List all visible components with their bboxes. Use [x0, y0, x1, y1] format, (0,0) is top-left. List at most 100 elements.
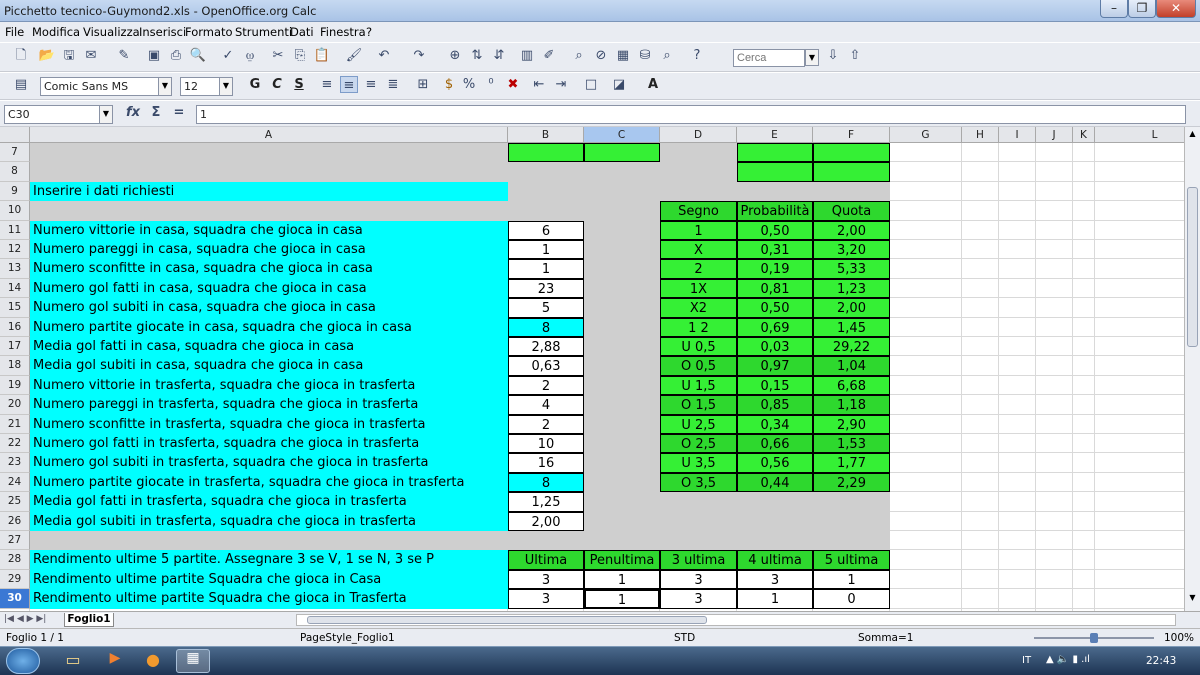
rendimento-casa-cell[interactable]: 3: [660, 569, 737, 590]
rendimento-trasferta-cell[interactable]: 3: [660, 589, 737, 609]
odds-cell[interactable]: 2,29: [813, 472, 890, 493]
green-cell-c7[interactable]: [584, 143, 660, 163]
rendimento-trasferta-cell[interactable]: 3: [508, 589, 584, 609]
input-value[interactable]: 2: [508, 414, 584, 434]
row-header-27[interactable]: 27: [0, 531, 30, 551]
gallery-icon[interactable]: ▦: [614, 47, 632, 64]
column-header-g[interactable]: G: [890, 127, 962, 143]
row-header-22[interactable]: 22: [0, 434, 30, 454]
odds-cell[interactable]: 0,66: [737, 434, 813, 454]
input-value[interactable]: 6: [508, 220, 584, 240]
row-header-24[interactable]: 24: [0, 472, 30, 493]
rendimento-header[interactable]: Ultima: [508, 550, 584, 570]
row-header-21[interactable]: 21: [0, 414, 30, 434]
odds-cell[interactable]: 2,00: [813, 220, 890, 240]
formula-input[interactable]: 1: [196, 105, 1186, 124]
name-box[interactable]: C30: [4, 105, 100, 124]
odds-cell[interactable]: 0,50: [737, 298, 813, 318]
input-value[interactable]: 2,00: [508, 511, 584, 531]
find-icon[interactable]: ⌕: [570, 47, 588, 64]
rendimento-header[interactable]: 5 ultima: [813, 550, 890, 570]
input-label[interactable]: Numero vittorie in trasferta, squadra ch…: [30, 375, 508, 396]
menu-finestra[interactable]: Finestra: [320, 25, 366, 39]
odds-cell[interactable]: 0,81: [737, 278, 813, 299]
input-label[interactable]: Numero gol fatti in trasferta, squadra c…: [30, 434, 508, 454]
styles-icon[interactable]: ▤: [12, 76, 30, 93]
rendimento-title[interactable]: Rendimento ultime 5 partite. Assegnare 3…: [30, 550, 508, 570]
input-value[interactable]: 0,63: [508, 356, 584, 376]
zoom-slider[interactable]: [1034, 633, 1154, 643]
function-equals-icon[interactable]: =: [170, 104, 188, 121]
sort-asc-icon[interactable]: ⇅: [468, 47, 486, 64]
justify-icon[interactable]: ≣: [384, 76, 402, 93]
menu-formato[interactable]: Formato: [185, 25, 233, 39]
odds-cell[interactable]: 1,23: [813, 278, 890, 299]
odds-cell[interactable]: 5,33: [813, 259, 890, 279]
row-header-12[interactable]: 12: [0, 240, 30, 260]
new-icon[interactable]: 🗋: [12, 47, 30, 64]
odds-cell[interactable]: 1: [660, 220, 737, 240]
odds-cell[interactable]: 0,34: [737, 414, 813, 434]
font-color-icon[interactable]: A: [644, 76, 662, 93]
odds-cell[interactable]: 0,31: [737, 240, 813, 260]
odds-cell[interactable]: U 2,5: [660, 414, 737, 434]
odds-cell[interactable]: 2: [660, 259, 737, 279]
odds-cell[interactable]: 0,03: [737, 337, 813, 357]
input-value[interactable]: 1: [508, 259, 584, 279]
format-paintbrush-icon[interactable]: 🖌: [345, 47, 363, 64]
odds-cell[interactable]: 2,00: [813, 298, 890, 318]
scroll-up-icon[interactable]: ▲: [1187, 129, 1198, 141]
horizontal-scroll-thumb[interactable]: [307, 616, 707, 624]
input-label[interactable]: Numero pareggi in trasferta, squadra che…: [30, 395, 508, 415]
rendimento-casa-label[interactable]: Rendimento ultime partite Squadra che gi…: [30, 569, 508, 590]
row-header-18[interactable]: 18: [0, 356, 30, 376]
input-label[interactable]: Numero pareggi in casa, squadra che gioc…: [30, 240, 508, 260]
align-right-icon[interactable]: ≡: [362, 76, 380, 93]
row-header-14[interactable]: 14: [0, 278, 30, 299]
minimize-button[interactable]: –: [1100, 0, 1128, 18]
menu-strumenti[interactable]: Strumenti: [235, 25, 292, 39]
font-name-field[interactable]: Comic Sans MS: [40, 77, 160, 96]
odds-cell[interactable]: X: [660, 240, 737, 260]
language-indicator[interactable]: IT: [1022, 655, 1031, 666]
input-value[interactable]: 5: [508, 298, 584, 318]
start-button[interactable]: [6, 648, 40, 674]
rendimento-trasferta-cell[interactable]: 0: [813, 589, 890, 609]
row-header-9[interactable]: 9: [0, 181, 30, 202]
row-header-23[interactable]: 23: [0, 453, 30, 473]
preview-icon[interactable]: 🔍: [189, 47, 207, 64]
zoom-slider-thumb[interactable]: [1090, 633, 1098, 643]
status-zoom[interactable]: 100%: [1164, 632, 1194, 644]
odds-cell[interactable]: 1 2: [660, 317, 737, 337]
underline-button[interactable]: S: [290, 76, 308, 93]
column-header-i[interactable]: I: [999, 127, 1036, 143]
input-label[interactable]: Numero vittorie in casa, squadra che gio…: [30, 220, 508, 240]
font-size-dropdown-icon[interactable]: ▼: [219, 77, 233, 96]
green-cell-f8[interactable]: [813, 162, 890, 182]
borders-icon[interactable]: □: [582, 76, 600, 93]
input-label[interactable]: Numero gol subiti in casa, squadra che g…: [30, 298, 508, 318]
row-header-13[interactable]: 13: [0, 259, 30, 279]
tab-nav-icon[interactable]: |◀ ◀ ▶ ▶|: [4, 614, 46, 624]
openoffice-calc-taskbar-icon[interactable]: ▦: [176, 649, 210, 673]
vertical-scrollbar[interactable]: ▲ ▼: [1184, 127, 1200, 611]
row-header-25[interactable]: 25: [0, 492, 30, 512]
green-cell-e8[interactable]: [737, 162, 813, 182]
input-label[interactable]: Media gol subiti in casa, squadra che gi…: [30, 356, 508, 376]
rendimento-header[interactable]: 4 ultima: [737, 550, 813, 570]
input-value[interactable]: 16: [508, 453, 584, 473]
increase-indent-icon[interactable]: ⇥: [552, 76, 570, 93]
row-header-29[interactable]: 29: [0, 569, 30, 590]
row-header-17[interactable]: 17: [0, 337, 30, 357]
rendimento-header[interactable]: 3 ultima: [660, 550, 737, 570]
input-value[interactable]: 23: [508, 278, 584, 299]
row-header-16[interactable]: 16: [0, 317, 30, 337]
column-header-e[interactable]: E: [737, 127, 813, 143]
odds-cell[interactable]: 3,20: [813, 240, 890, 260]
decrease-indent-icon[interactable]: ⇤: [530, 76, 548, 93]
odds-cell[interactable]: U 0,5: [660, 337, 737, 357]
odds-cell[interactable]: O 0,5: [660, 356, 737, 376]
section-title[interactable]: Inserire i dati richiesti: [30, 181, 508, 202]
sheet-tab-foglio1[interactable]: Foglio1: [64, 613, 114, 627]
odds-header-probabilita[interactable]: Probabilità: [737, 201, 813, 221]
